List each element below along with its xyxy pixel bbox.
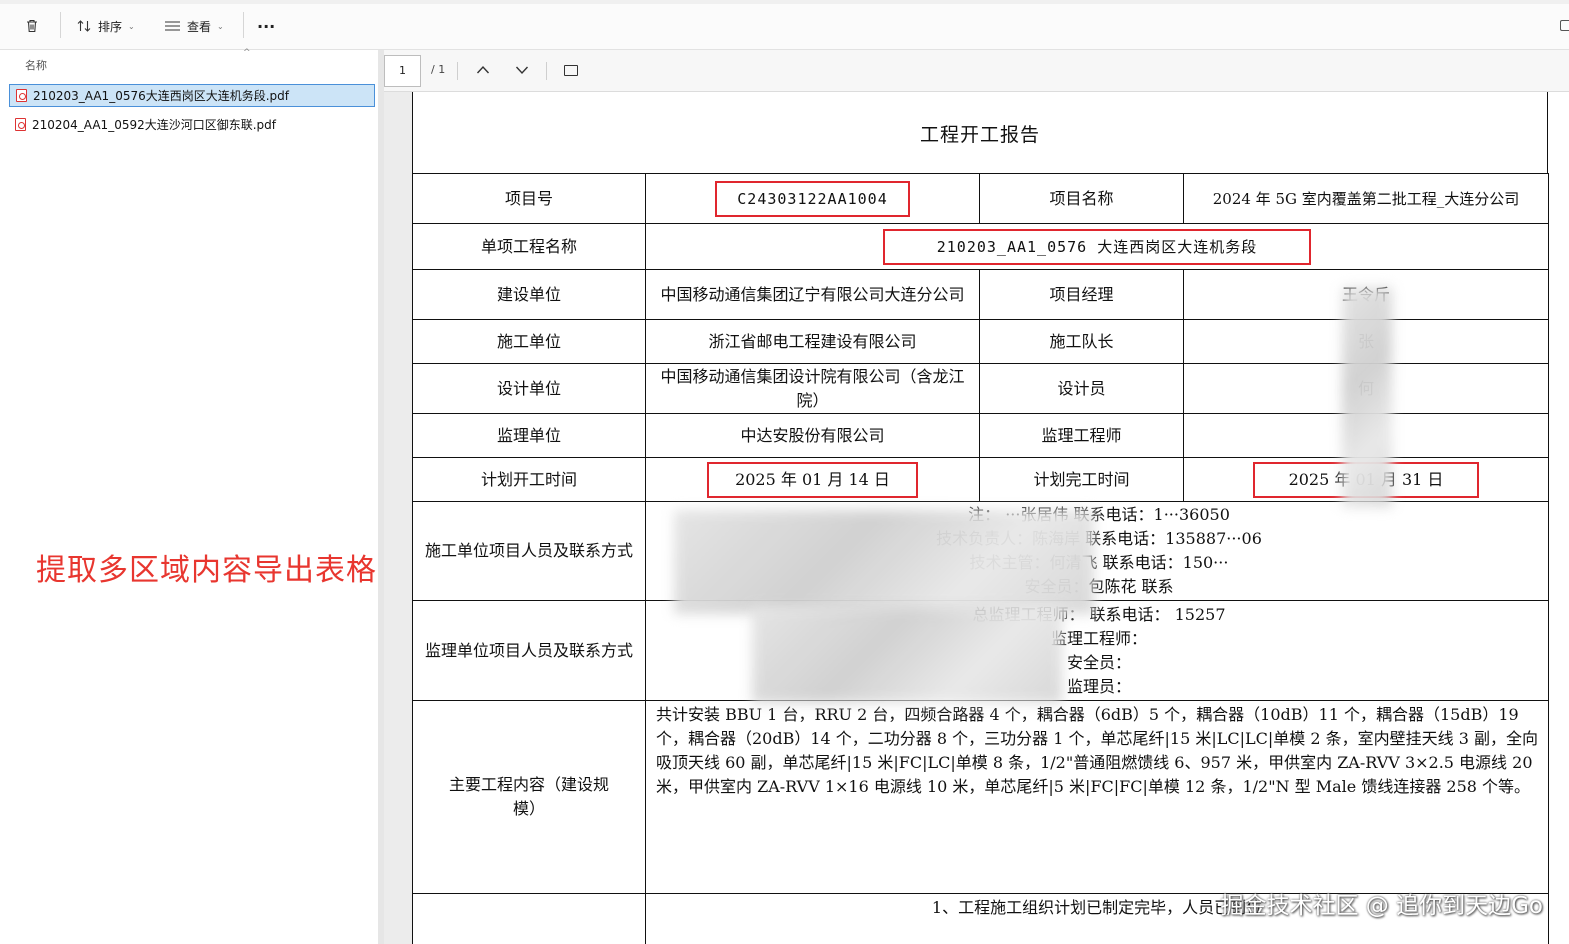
chevron-down-icon	[515, 66, 529, 75]
sort-ascending-icon: ^	[243, 48, 251, 58]
design-unit-label: 设计单位	[412, 363, 646, 414]
sort-icon	[77, 20, 91, 32]
pdf-toolbar: 1 / 1	[384, 50, 1569, 92]
more-icon: ···	[257, 16, 276, 36]
previous-page-button[interactable]	[472, 59, 494, 81]
builder-label: 建设单位	[412, 269, 646, 320]
file-item[interactable]: 210204_AA1_0592大连沙河口区御东联.pdf	[9, 113, 375, 136]
pdf-page: 工程开工报告 项目号 C24303122AA1004 项目名称 2024 年 5…	[412, 92, 1569, 944]
privacy-blur	[1342, 287, 1392, 507]
file-name: 210203_AA1_0576大连西岗区大连机务段.pdf	[33, 89, 290, 103]
page-number-input[interactable]: 1	[384, 55, 421, 87]
privacy-blur	[752, 607, 1062, 703]
chevron-up-icon	[476, 65, 490, 74]
list-view-icon	[165, 21, 180, 31]
designer-label: 设计员	[979, 363, 1184, 414]
design-unit-value: 中国移动通信集团设计院有限公司（含龙江院）	[645, 363, 980, 414]
plan-start-value: 2025 年 01 月 14 日	[707, 461, 918, 498]
chevron-down-icon: ⌄	[128, 21, 135, 31]
pm-label: 项目经理	[979, 269, 1184, 320]
supervisor-unit-label: 监理单位	[412, 413, 646, 458]
toolbar-divider	[243, 12, 244, 38]
name-column-header[interactable]: ^ 名称	[0, 48, 378, 80]
contractor-staff-label: 施工单位项目人员及联系方式	[412, 501, 646, 601]
name-column-label: 名称	[25, 59, 47, 72]
supervisor-staff-label: 监理单位项目人员及联系方式	[412, 600, 646, 701]
toolbar-divider	[546, 62, 547, 80]
privacy-blur	[674, 510, 1094, 614]
app-toolbar: 排序 ⌄ 查看 ⌄ ···	[0, 0, 1569, 50]
more-options-button[interactable]: ···	[257, 14, 275, 38]
project-no-cell: C24303122AA1004	[645, 173, 980, 224]
file-item-selected[interactable]: 210203_AA1_0576大连西岗区大连机务段.pdf	[9, 84, 375, 107]
window-top-strip	[0, 0, 1569, 4]
table-row: 主要工程内容（建设规模） 共计安装 BBU 1 台，RRU 2 台，四频合路器 …	[412, 700, 1549, 894]
prep-label	[412, 893, 646, 944]
contractor-value: 浙江省邮电工程建设有限公司	[645, 319, 980, 364]
toolbar-divider	[457, 62, 458, 80]
file-name: 210204_AA1_0592大连沙河口区御东联.pdf	[32, 118, 277, 132]
contractor-label: 施工单位	[412, 319, 646, 364]
plan-start-label: 计划开工时间	[412, 457, 646, 502]
scope-text: 共计安装 BBU 1 台，RRU 2 台，四频合路器 4 个，耦合器（6dB）5…	[645, 700, 1549, 894]
trash-icon	[27, 19, 37, 33]
file-list-pane: ^ 名称 210203_AA1_0576大连西岗区大连机务段.pdf 21020…	[0, 48, 378, 944]
fit-page-icon	[564, 64, 578, 76]
project-name-value: 2024 年 5G 室内覆盖第二批工程_大连分公司	[1183, 173, 1549, 224]
sub-project-cell: 210203_AA1_0576 大连西岗区大连机务段	[645, 223, 1549, 270]
scope-label: 主要工程内容（建设规模）	[412, 700, 646, 894]
team-lead-label: 施工队长	[979, 319, 1184, 364]
sort-label: 排序	[98, 19, 123, 34]
watermark: 掘金技术社区 @ 追你到天边Go	[1220, 893, 1543, 919]
sort-button[interactable]: 排序 ⌄	[76, 14, 135, 38]
view-label: 查看	[187, 19, 212, 34]
table-row: 单项工程名称 210203_AA1_0576 大连西岗区大连机务段	[412, 223, 1549, 270]
chevron-down-icon: ⌄	[217, 21, 224, 31]
page-total: / 1	[431, 63, 446, 76]
pdf-file-icon	[16, 89, 27, 102]
window-corner-icon	[1560, 20, 1569, 31]
view-button[interactable]: 查看 ⌄	[164, 14, 224, 38]
sub-project-value: 210203_AA1_0576 大连西岗区大连机务段	[882, 228, 1312, 265]
sub-project-label: 单项工程名称	[412, 223, 646, 270]
supervisor-unit-value: 中达安股份有限公司	[645, 413, 980, 458]
toolbar-divider	[60, 12, 61, 38]
annotation-caption: 提取多区域内容导出表格	[36, 553, 377, 588]
supervisor-engineer-label: 监理工程师	[979, 413, 1184, 458]
table-row: 项目号 C24303122AA1004 项目名称 2024 年 5G 室内覆盖第…	[412, 173, 1549, 224]
plan-end-label: 计划完工时间	[979, 457, 1184, 502]
document-title: 工程开工报告	[412, 92, 1548, 174]
pdf-viewer: 1 / 1 工程开工报告 项目号 C24303122AA1004 项目名称 20…	[384, 50, 1569, 944]
project-no-label: 项目号	[412, 173, 646, 224]
next-page-button[interactable]	[511, 59, 533, 81]
delete-button[interactable]	[24, 14, 40, 38]
fit-page-button[interactable]	[560, 59, 582, 81]
builder-value: 中国移动通信集团辽宁有限公司大连分公司	[645, 269, 980, 320]
pdf-file-icon	[15, 118, 26, 131]
project-no-value: C24303122AA1004	[715, 180, 910, 217]
plan-start-cell: 2025 年 01 月 14 日	[645, 457, 980, 502]
project-name-label: 项目名称	[979, 173, 1184, 224]
